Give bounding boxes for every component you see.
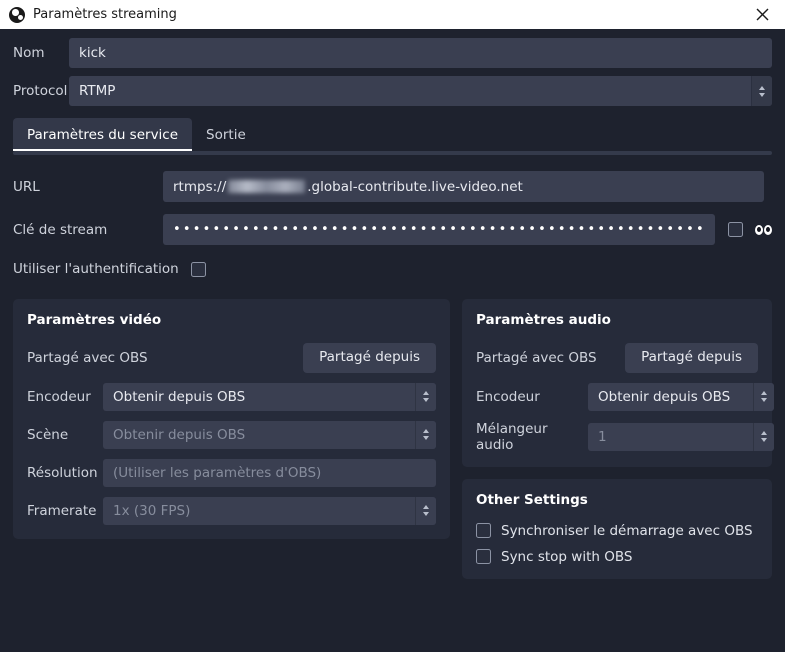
audio-encoder-spinner[interactable]	[753, 382, 774, 411]
stream-key-checkbox[interactable]	[728, 222, 743, 237]
video-encoder-row: Encodeur Obtenir depuis OBS	[27, 382, 436, 411]
url-suffix: .global-contribute.live-video.net	[307, 178, 523, 195]
video-settings-title: Paramètres vidéo	[27, 312, 162, 328]
protocol-row: Protocol RTMP	[13, 76, 772, 106]
tab-bar: Paramètres du service Sortie	[0, 114, 785, 151]
video-settings-group: Paramètres vidéo Partagé avec OBS Partag…	[13, 299, 450, 539]
video-framerate-label: Framerate	[27, 502, 97, 519]
audio-encoder-value: Obtenir depuis OBS	[598, 388, 731, 405]
video-column: Paramètres vidéo Partagé avec OBS Partag…	[13, 299, 450, 539]
video-encoder-spinner[interactable]	[415, 382, 436, 411]
audio-encoder-row: Encodeur Obtenir depuis OBS	[476, 382, 774, 411]
eyes-icon[interactable]	[755, 224, 772, 235]
url-input[interactable]: rtmps:// .global-contribute.live-video.n…	[163, 171, 764, 202]
url-row: URL rtmps:// .global-contribute.live-vid…	[13, 171, 772, 202]
audio-mixer-label: Mélangeur audio	[476, 420, 548, 453]
video-resolution-label: Résolution	[27, 464, 98, 481]
service-settings-panel: URL rtmps:// .global-contribute.live-vid…	[0, 155, 785, 245]
eye-left-icon	[755, 224, 763, 235]
stream-key-row: Clé de stream ••••••••••••••••••••••••••…	[13, 214, 772, 245]
audio-settings-title: Paramètres audio	[476, 312, 611, 328]
video-encoder-select[interactable]: Obtenir depuis OBS	[103, 382, 436, 411]
audio-mixer-row: Mélangeur audio 1	[476, 420, 774, 453]
chevron-down-icon	[759, 92, 765, 97]
audio-shared-label: Partagé avec OBS	[476, 349, 597, 366]
audio-mixer-value: 1	[598, 428, 607, 445]
title-bar: Paramètres streaming	[0, 0, 785, 29]
audio-mixer-select[interactable]: 1	[588, 422, 774, 451]
chevron-down-icon	[761, 438, 767, 442]
stream-key-label: Clé de stream	[13, 221, 108, 238]
protocol-select[interactable]: RTMP	[69, 76, 772, 106]
url-label: URL	[13, 178, 40, 195]
protocol-value: RTMP	[79, 83, 116, 99]
chevron-down-icon	[423, 512, 429, 516]
name-row: Nom kick	[13, 38, 772, 68]
authentication-row: Utiliser l'authentification	[0, 257, 785, 277]
sync-start-row[interactable]: Synchroniser le démarrage avec OBS	[476, 523, 758, 539]
name-input[interactable]: kick	[69, 38, 772, 68]
video-scene-row: Scène Obtenir depuis OBS	[27, 420, 436, 449]
chevron-down-icon	[423, 398, 429, 402]
video-framerate-row: Framerate 1x (30 FPS)	[27, 496, 436, 525]
sync-stop-checkbox[interactable]	[476, 549, 491, 564]
chevron-up-icon	[423, 391, 429, 395]
video-encoder-value: Obtenir depuis OBS	[113, 388, 246, 405]
video-resolution-row: Résolution (Utiliser les paramètres d'OB…	[27, 458, 436, 487]
sync-stop-row[interactable]: Sync stop with OBS	[476, 549, 758, 565]
title-bar-left: Paramètres streaming	[9, 6, 177, 23]
video-resolution-input[interactable]: (Utiliser les paramètres d'OBS)	[103, 458, 436, 487]
video-scene-value: Obtenir depuis OBS	[113, 426, 246, 443]
chevron-up-icon	[423, 505, 429, 509]
video-scene-select[interactable]: Obtenir depuis OBS	[103, 420, 436, 449]
video-shared-from-button[interactable]: Partagé depuis	[303, 343, 436, 373]
authentication-label: Utiliser l'authentification	[13, 261, 179, 277]
window-title: Paramètres streaming	[33, 7, 177, 22]
sync-stop-label: Sync stop with OBS	[501, 548, 633, 565]
video-framerate-spinner[interactable]	[415, 496, 436, 525]
other-settings-group: Other Settings Synchroniser le démarrage…	[462, 478, 772, 579]
top-fields: Nom kick Protocol RTMP	[0, 29, 785, 106]
chevron-down-icon	[761, 398, 767, 402]
sync-start-checkbox[interactable]	[476, 523, 491, 538]
video-scene-label: Scène	[27, 426, 69, 443]
video-encoder-label: Encodeur	[27, 388, 91, 405]
settings-groups: Paramètres vidéo Partagé avec OBS Partag…	[0, 277, 785, 579]
protocol-label: Protocol	[13, 83, 68, 99]
audio-shared-from-button[interactable]: Partagé depuis	[625, 343, 758, 373]
tab-output[interactable]: Sortie	[192, 118, 260, 151]
url-redacted-region	[228, 180, 306, 193]
audio-column: Paramètres audio Partagé avec OBS Partag…	[462, 299, 774, 579]
other-settings-title: Other Settings	[476, 491, 588, 508]
audio-encoder-select[interactable]: Obtenir depuis OBS	[588, 382, 774, 411]
dialog-body: Nom kick Protocol RTMP Paramètres du ser…	[0, 29, 785, 652]
sync-start-label: Synchroniser le démarrage avec OBS	[501, 522, 753, 539]
chevron-up-icon	[761, 431, 767, 435]
audio-settings-group: Paramètres audio Partagé avec OBS Partag…	[462, 299, 774, 467]
close-icon[interactable]	[739, 0, 785, 29]
chevron-down-icon	[423, 436, 429, 440]
chevron-up-icon	[759, 85, 765, 90]
name-label: Nom	[13, 45, 45, 61]
audio-mixer-spinner[interactable]	[753, 422, 774, 451]
url-prefix: rtmps://	[173, 178, 227, 195]
tab-service-settings[interactable]: Paramètres du service	[13, 118, 193, 151]
audio-shared-row: Partagé avec OBS Partagé depuis	[476, 343, 758, 373]
video-framerate-value: 1x (30 FPS)	[113, 502, 191, 519]
chevron-up-icon	[761, 391, 767, 395]
obs-logo-icon	[9, 6, 25, 23]
stream-key-input[interactable]: ••••••••••••••••••••••••••••••••••••••••…	[163, 214, 715, 245]
video-shared-label: Partagé avec OBS	[27, 349, 148, 366]
audio-encoder-label: Encodeur	[476, 388, 540, 405]
video-scene-spinner[interactable]	[415, 420, 436, 449]
eye-right-icon	[764, 224, 772, 235]
protocol-spinner[interactable]	[751, 76, 772, 106]
video-shared-row: Partagé avec OBS Partagé depuis	[27, 343, 436, 373]
chevron-up-icon	[423, 429, 429, 433]
video-framerate-select[interactable]: 1x (30 FPS)	[103, 496, 436, 525]
authentication-checkbox[interactable]	[190, 261, 206, 277]
stream-key-controls	[728, 222, 772, 237]
